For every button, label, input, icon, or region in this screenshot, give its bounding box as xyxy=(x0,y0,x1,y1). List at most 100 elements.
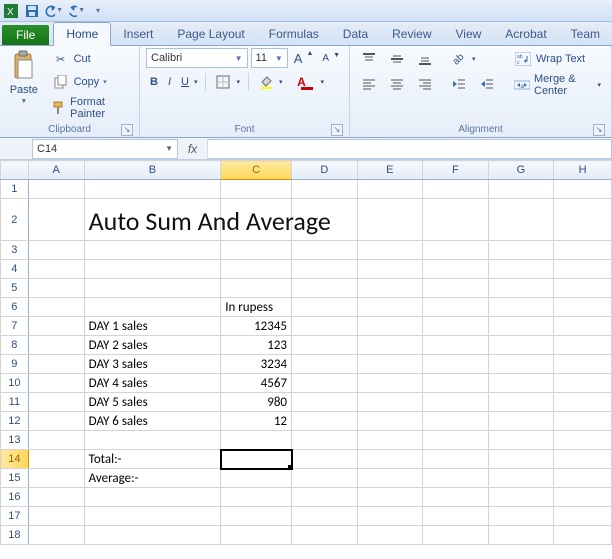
cell-C12[interactable]: 12 xyxy=(221,412,292,431)
cell-F2[interactable] xyxy=(423,199,489,241)
cell-H13[interactable] xyxy=(554,431,612,450)
fill-color-button[interactable]: ▾ xyxy=(253,71,287,93)
cell-G6[interactable] xyxy=(488,298,554,317)
cell-D8[interactable] xyxy=(292,336,358,355)
tab-view[interactable]: View xyxy=(444,23,494,45)
paste-button[interactable]: Paste ▼ xyxy=(6,48,42,107)
cell-F3[interactable] xyxy=(423,241,489,260)
align-middle-button[interactable] xyxy=(384,48,410,70)
cell-D15[interactable] xyxy=(292,469,358,488)
cell-A2[interactable] xyxy=(28,199,84,241)
row-header-15[interactable]: 15 xyxy=(1,469,29,488)
cell-F15[interactable] xyxy=(423,469,489,488)
cell-G12[interactable] xyxy=(488,412,554,431)
cell-H4[interactable] xyxy=(554,260,612,279)
cell-H17[interactable] xyxy=(554,507,612,526)
cell-G1[interactable] xyxy=(488,180,554,199)
spreadsheet-grid[interactable]: A B C D E F G H 12Auto Sum And Average34… xyxy=(0,160,612,545)
col-header-H[interactable]: H xyxy=(554,161,612,180)
cell-G17[interactable] xyxy=(488,507,554,526)
cell-F9[interactable] xyxy=(423,355,489,374)
cell-G7[interactable] xyxy=(488,317,554,336)
cell-H8[interactable] xyxy=(554,336,612,355)
cell-F17[interactable] xyxy=(423,507,489,526)
col-header-G[interactable]: G xyxy=(488,161,554,180)
cell-G10[interactable] xyxy=(488,374,554,393)
cell-B17[interactable] xyxy=(84,507,221,526)
cell-B14[interactable]: Total:- xyxy=(84,450,221,469)
cell-D1[interactable] xyxy=(292,180,358,199)
cell-D3[interactable] xyxy=(292,241,358,260)
cell-E6[interactable] xyxy=(357,298,423,317)
cell-C1[interactable] xyxy=(221,180,292,199)
tab-insert[interactable]: Insert xyxy=(111,23,165,45)
cell-A17[interactable] xyxy=(28,507,84,526)
cell-D12[interactable] xyxy=(292,412,358,431)
cell-C13[interactable] xyxy=(221,431,292,450)
cell-H15[interactable] xyxy=(554,469,612,488)
cell-C14[interactable] xyxy=(221,450,292,469)
cell-F1[interactable] xyxy=(423,180,489,199)
row-header-13[interactable]: 13 xyxy=(1,431,29,450)
cell-A13[interactable] xyxy=(28,431,84,450)
col-header-C[interactable]: C xyxy=(221,161,292,180)
cell-G11[interactable] xyxy=(488,393,554,412)
cut-button[interactable]: ✂ Cut xyxy=(48,48,133,70)
cell-D14[interactable] xyxy=(292,450,358,469)
row-header-14[interactable]: 14 xyxy=(1,450,29,469)
cell-E14[interactable] xyxy=(357,450,423,469)
cell-H1[interactable] xyxy=(554,180,612,199)
row-header-3[interactable]: 3 xyxy=(1,241,29,260)
cell-D11[interactable] xyxy=(292,393,358,412)
font-color-button[interactable]: A ▾ xyxy=(289,71,329,93)
cell-G15[interactable] xyxy=(488,469,554,488)
cell-A5[interactable] xyxy=(28,279,84,298)
row-header-12[interactable]: 12 xyxy=(1,412,29,431)
cell-F12[interactable] xyxy=(423,412,489,431)
increase-indent-button[interactable] xyxy=(474,73,500,95)
cell-C15[interactable] xyxy=(221,469,292,488)
cell-H5[interactable] xyxy=(554,279,612,298)
cell-A15[interactable] xyxy=(28,469,84,488)
cell-F18[interactable] xyxy=(423,526,489,545)
format-painter-button[interactable]: Format Painter xyxy=(48,94,133,122)
row-header-5[interactable]: 5 xyxy=(1,279,29,298)
cell-E11[interactable] xyxy=(357,393,423,412)
cell-A6[interactable] xyxy=(28,298,84,317)
cell-H3[interactable] xyxy=(554,241,612,260)
cell-C7[interactable]: 12345 xyxy=(221,317,292,336)
cell-C9[interactable]: 3234 xyxy=(221,355,292,374)
cell-H2[interactable] xyxy=(554,199,612,241)
cell-B1[interactable] xyxy=(84,180,221,199)
cell-F4[interactable] xyxy=(423,260,489,279)
cell-D5[interactable] xyxy=(292,279,358,298)
tab-data[interactable]: Data xyxy=(331,23,380,45)
cell-A10[interactable] xyxy=(28,374,84,393)
cell-C5[interactable] xyxy=(221,279,292,298)
cell-A11[interactable] xyxy=(28,393,84,412)
cell-B10[interactable]: DAY 4 sales xyxy=(84,374,221,393)
cell-C18[interactable] xyxy=(221,526,292,545)
tab-acrobat[interactable]: Acrobat xyxy=(493,23,558,45)
row-header-7[interactable]: 7 xyxy=(1,317,29,336)
row-header-10[interactable]: 10 xyxy=(1,374,29,393)
fx-icon[interactable]: fx xyxy=(178,139,208,159)
cell-F8[interactable] xyxy=(423,336,489,355)
cell-F5[interactable] xyxy=(423,279,489,298)
cell-E8[interactable] xyxy=(357,336,423,355)
cell-F14[interactable] xyxy=(423,450,489,469)
cell-C11[interactable]: 980 xyxy=(221,393,292,412)
cell-A14[interactable] xyxy=(28,450,84,469)
alignment-launcher[interactable]: ↘ xyxy=(593,124,605,136)
copy-button[interactable]: Copy ▾ xyxy=(48,71,133,93)
cell-G9[interactable] xyxy=(488,355,554,374)
cell-H7[interactable] xyxy=(554,317,612,336)
cell-E2[interactable] xyxy=(357,199,423,241)
cell-C4[interactable] xyxy=(221,260,292,279)
cell-D13[interactable] xyxy=(292,431,358,450)
cell-A4[interactable] xyxy=(28,260,84,279)
cell-F11[interactable] xyxy=(423,393,489,412)
formula-input[interactable] xyxy=(208,139,612,159)
cell-G4[interactable] xyxy=(488,260,554,279)
borders-button[interactable]: ▾ xyxy=(210,71,244,93)
